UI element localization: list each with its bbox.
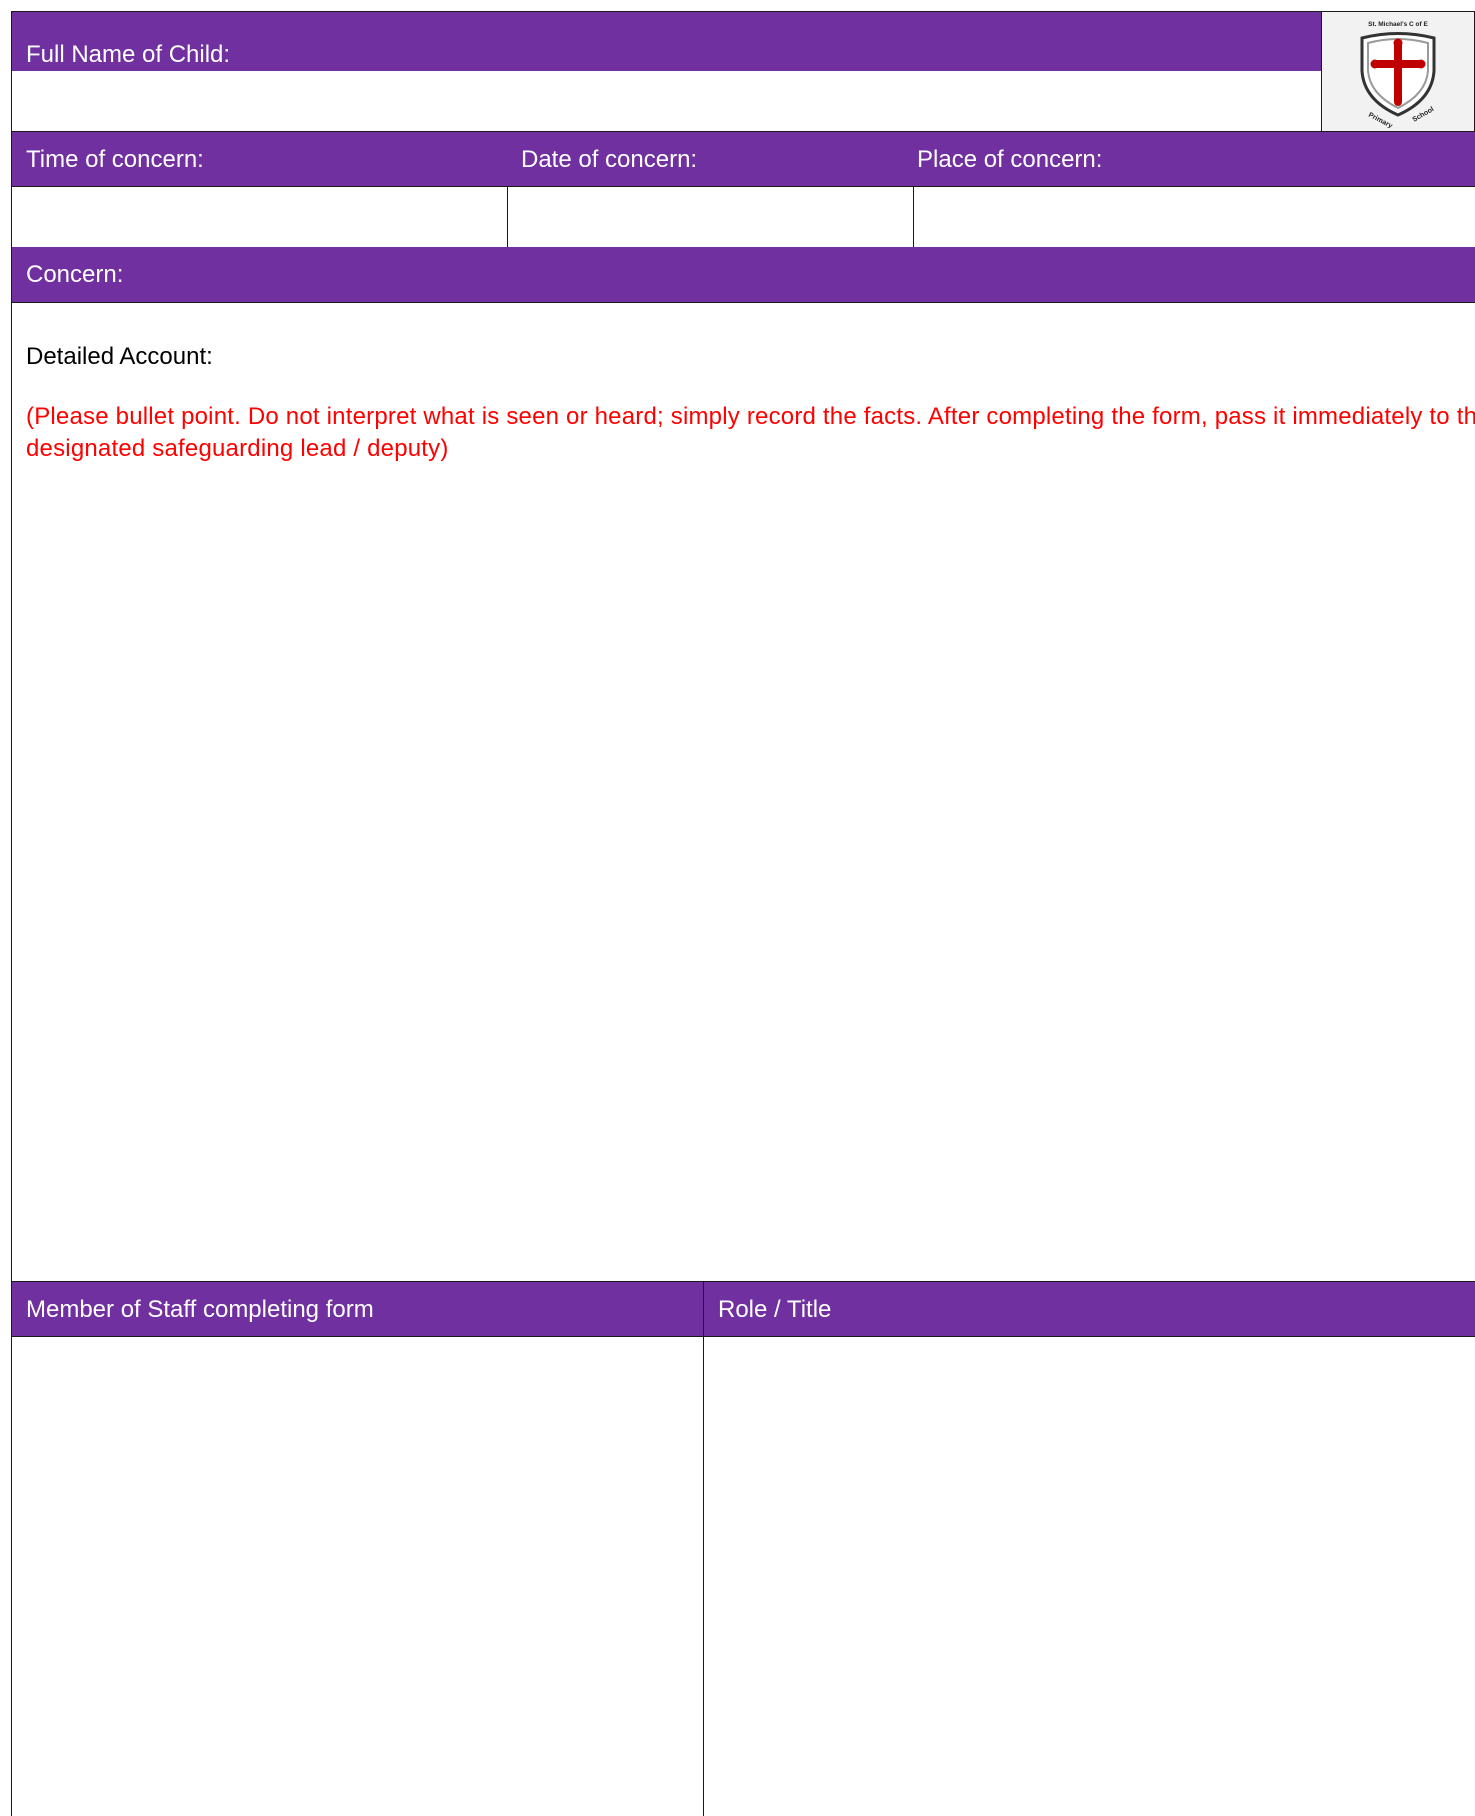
detailed-account-field[interactable]: Detailed Account: (Please bullet point. … (11, 302, 1475, 1294)
concern-header: Concern: (11, 247, 1475, 303)
concern-form: Full Name of Child: St. Michael's C of E… (11, 11, 1475, 1816)
role-header: Role / Title (703, 1281, 1475, 1337)
place-label: Place of concern: (917, 146, 1103, 173)
place-field[interactable] (913, 186, 1475, 248)
date-header: Date of concern: (507, 131, 914, 187)
concern-label: Concern: (26, 261, 124, 288)
shield-cross-icon: St. Michael's C of E Primary School (1360, 21, 1436, 128)
detailed-account-title: Detailed Account: (26, 343, 213, 370)
logo-text-right: School (1412, 105, 1436, 123)
time-label: Time of concern: (26, 146, 204, 173)
school-logo: St. Michael's C of E Primary School (1321, 11, 1475, 132)
logo-text-top: St. Michael's C of E (1368, 21, 1428, 28)
date-field[interactable] (507, 186, 914, 248)
logo-text-left: Primary (1367, 111, 1393, 127)
staff-header: Member of Staff completing form (11, 1281, 704, 1337)
child-name-field[interactable] (11, 71, 1322, 132)
place-header: Place of concern: (913, 131, 1475, 187)
instructions-text: (Please bullet point. Do not interpret w… (26, 403, 1475, 462)
date-label: Date of concern: (521, 146, 698, 173)
child-name-label: Full Name of Child: (26, 41, 231, 68)
time-header: Time of concern: (11, 131, 508, 187)
staff-label: Member of Staff completing form (26, 1296, 374, 1323)
child-name-header: Full Name of Child: (11, 11, 1322, 72)
role-field[interactable] (703, 1336, 1475, 1816)
staff-field[interactable] (11, 1336, 704, 1816)
role-label: Role / Title (718, 1296, 832, 1323)
time-field[interactable] (11, 186, 508, 248)
